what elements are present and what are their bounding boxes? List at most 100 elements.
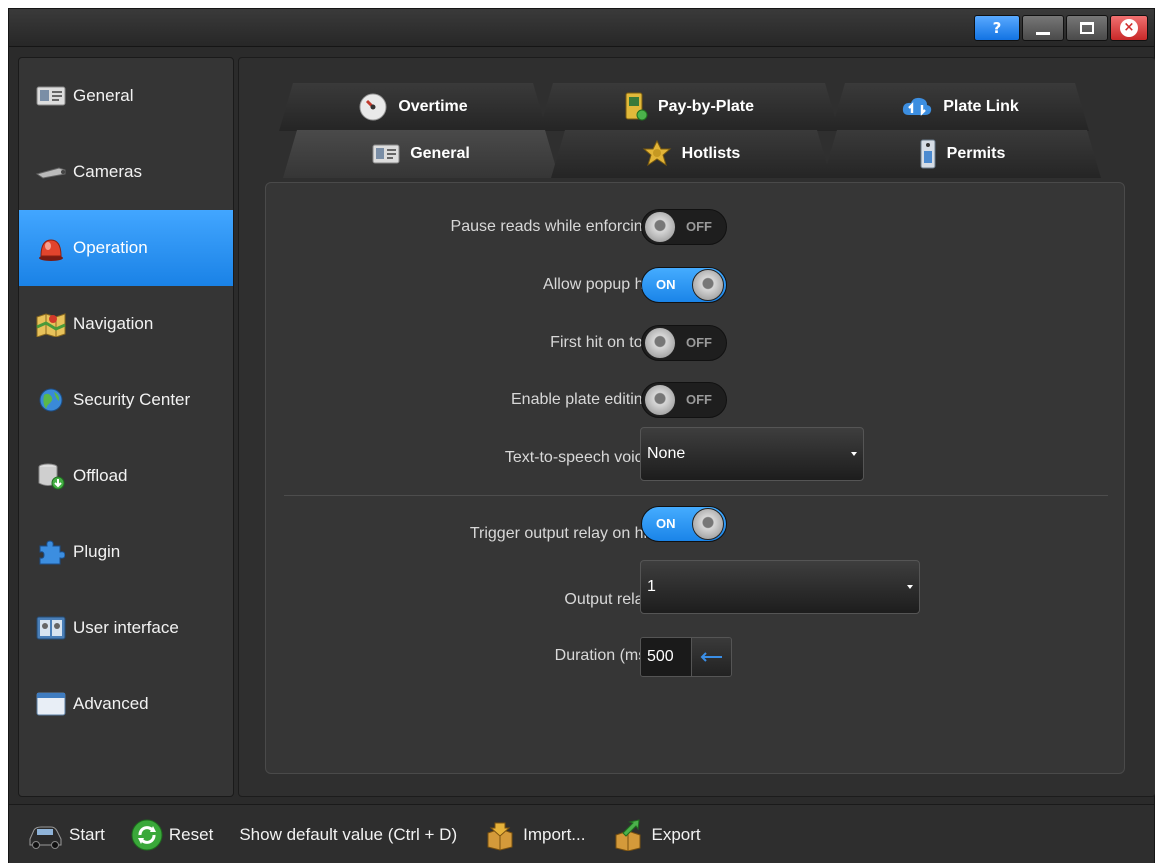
- sidebar-item-label: Offload: [73, 466, 128, 485]
- start-button[interactable]: Start: [27, 821, 105, 849]
- tts-voice-select[interactable]: None: [640, 427, 864, 481]
- sidebar-item-label: Cameras: [73, 162, 142, 181]
- sidebar-item-label: Operation: [73, 238, 148, 257]
- reset-label: Reset: [168, 824, 214, 844]
- toggle-state: ON: [656, 277, 676, 292]
- sheriff-badge-icon: [642, 140, 672, 168]
- sidebar-item-navigation[interactable]: Navigation: [19, 286, 233, 362]
- chevron-down-icon: [851, 452, 857, 456]
- export-label: Export: [651, 824, 701, 844]
- title-bar[interactable]: ? ×: [9, 9, 1154, 47]
- car-icon: [27, 821, 63, 849]
- tab-label: Hotlists: [681, 145, 741, 162]
- allow-popup-label: Allow popup hit:: [543, 276, 656, 293]
- sidebar-item-plugin[interactable]: Plugin: [19, 514, 233, 590]
- settings-window: ? × General Cameras Operation Navigation…: [8, 8, 1155, 863]
- pause-reads-toggle[interactable]: OFF: [641, 209, 727, 245]
- sidebar-item-offload[interactable]: Offload: [19, 438, 233, 514]
- reset-button[interactable]: Reset: [131, 819, 213, 851]
- tab-overtime[interactable]: Overtime: [279, 83, 547, 131]
- sidebar-item-user-interface[interactable]: User interface: [19, 590, 233, 666]
- first-hit-toggle[interactable]: OFF: [641, 325, 727, 361]
- tab-permits[interactable]: Permits: [823, 130, 1101, 178]
- permit-tag-icon: [919, 139, 937, 169]
- toggle-state: ON: [656, 516, 676, 531]
- bottom-toolbar: Start Reset Show default value (Ctrl + D…: [9, 804, 1154, 863]
- maximize-icon: [1080, 22, 1094, 34]
- toggle-state: OFF: [686, 335, 712, 350]
- gauge-icon: [358, 92, 388, 122]
- start-label: Start: [69, 824, 105, 844]
- toggle-knob: [692, 508, 724, 540]
- id-card-icon: [372, 144, 400, 164]
- sidebar-item-general[interactable]: General: [19, 58, 233, 134]
- output-relay-select[interactable]: 1: [640, 560, 920, 614]
- globe-icon: [35, 387, 67, 413]
- toggle-knob: [644, 211, 676, 243]
- tab-general[interactable]: General: [283, 130, 559, 178]
- plate-editing-toggle[interactable]: OFF: [641, 382, 727, 418]
- cloud-transfer-icon: [901, 95, 933, 119]
- box-export-icon: [611, 818, 645, 851]
- user-interface-icon: [35, 615, 67, 641]
- sidebar-item-label: Navigation: [73, 314, 154, 333]
- help-icon: ?: [992, 19, 1002, 37]
- box-import-icon: [483, 819, 517, 851]
- sidebar: General Cameras Operation Navigation Sec…: [18, 57, 234, 797]
- sidebar-item-advanced[interactable]: Advanced: [19, 666, 233, 742]
- tab-label: Overtime: [398, 98, 468, 115]
- tab-label: Plate Link: [943, 98, 1019, 115]
- export-button[interactable]: Export: [611, 818, 701, 851]
- database-icon: [35, 463, 67, 490]
- duration-spinner[interactable]: 500: [640, 637, 732, 677]
- sidebar-item-label: Advanced: [73, 694, 149, 713]
- sidebar-item-cameras[interactable]: Cameras: [19, 134, 233, 210]
- tab-label: General: [410, 145, 470, 162]
- toggle-state: OFF: [686, 392, 712, 407]
- chevron-down-icon: [907, 585, 913, 589]
- main-panel: Overtime Pay-by-Plate Plate Link General: [238, 57, 1155, 797]
- toggle-knob: [644, 384, 676, 416]
- tts-voice-label: Text-to-speech voice:: [504, 449, 656, 466]
- map-icon: [35, 311, 67, 337]
- parking-meter-icon: [624, 92, 648, 122]
- sidebar-item-label: Plugin: [73, 542, 121, 561]
- toggle-knob: [692, 269, 724, 301]
- close-button[interactable]: ×: [1110, 15, 1148, 41]
- sidebar-item-label: Security Center: [73, 390, 191, 409]
- sidebar-item-label: User interface: [73, 618, 179, 637]
- sidebar-item-security-center[interactable]: Security Center: [19, 362, 233, 438]
- tab-plate-link[interactable]: Plate Link: [831, 83, 1089, 131]
- maximize-button[interactable]: [1066, 15, 1108, 41]
- trigger-relay-label: Trigger output relay on hit:: [469, 525, 656, 542]
- camera-icon: [35, 159, 67, 185]
- minimize-icon: [1036, 31, 1050, 35]
- sidebar-item-operation[interactable]: Operation: [19, 210, 233, 286]
- tab-label: Pay-by-Plate: [657, 98, 755, 115]
- select-value: 1: [647, 578, 656, 595]
- minimize-button[interactable]: [1022, 15, 1064, 41]
- show-default-label: Show default value (Ctrl + D): [239, 824, 458, 844]
- tab-hotlists[interactable]: Hotlists: [551, 130, 831, 178]
- toggle-knob: [644, 327, 676, 359]
- import-button[interactable]: Import...: [483, 819, 585, 851]
- allow-popup-toggle[interactable]: ON: [641, 267, 727, 303]
- siren-icon: [35, 235, 67, 261]
- duration-input[interactable]: 500: [641, 638, 691, 676]
- slider-handle-button[interactable]: [691, 638, 731, 676]
- general-settings-panel: Pause reads while enforcing: OFF Allow p…: [265, 182, 1125, 774]
- show-default-value-button[interactable]: Show default value (Ctrl + D): [239, 825, 457, 845]
- tab-pay-by-plate[interactable]: Pay-by-Plate: [539, 83, 839, 131]
- section-divider: [284, 495, 1108, 496]
- select-value: None: [647, 445, 686, 462]
- id-card-icon: [35, 83, 67, 109]
- toggle-state: OFF: [686, 219, 712, 234]
- window-icon: [35, 691, 67, 717]
- trigger-relay-toggle[interactable]: ON: [641, 506, 727, 542]
- refresh-icon: [131, 819, 163, 851]
- slider-icon: [700, 652, 722, 662]
- window-controls: ? ×: [974, 15, 1148, 41]
- help-button[interactable]: ?: [974, 15, 1020, 41]
- close-icon: ×: [1120, 19, 1138, 37]
- tab-label: Permits: [946, 145, 1006, 162]
